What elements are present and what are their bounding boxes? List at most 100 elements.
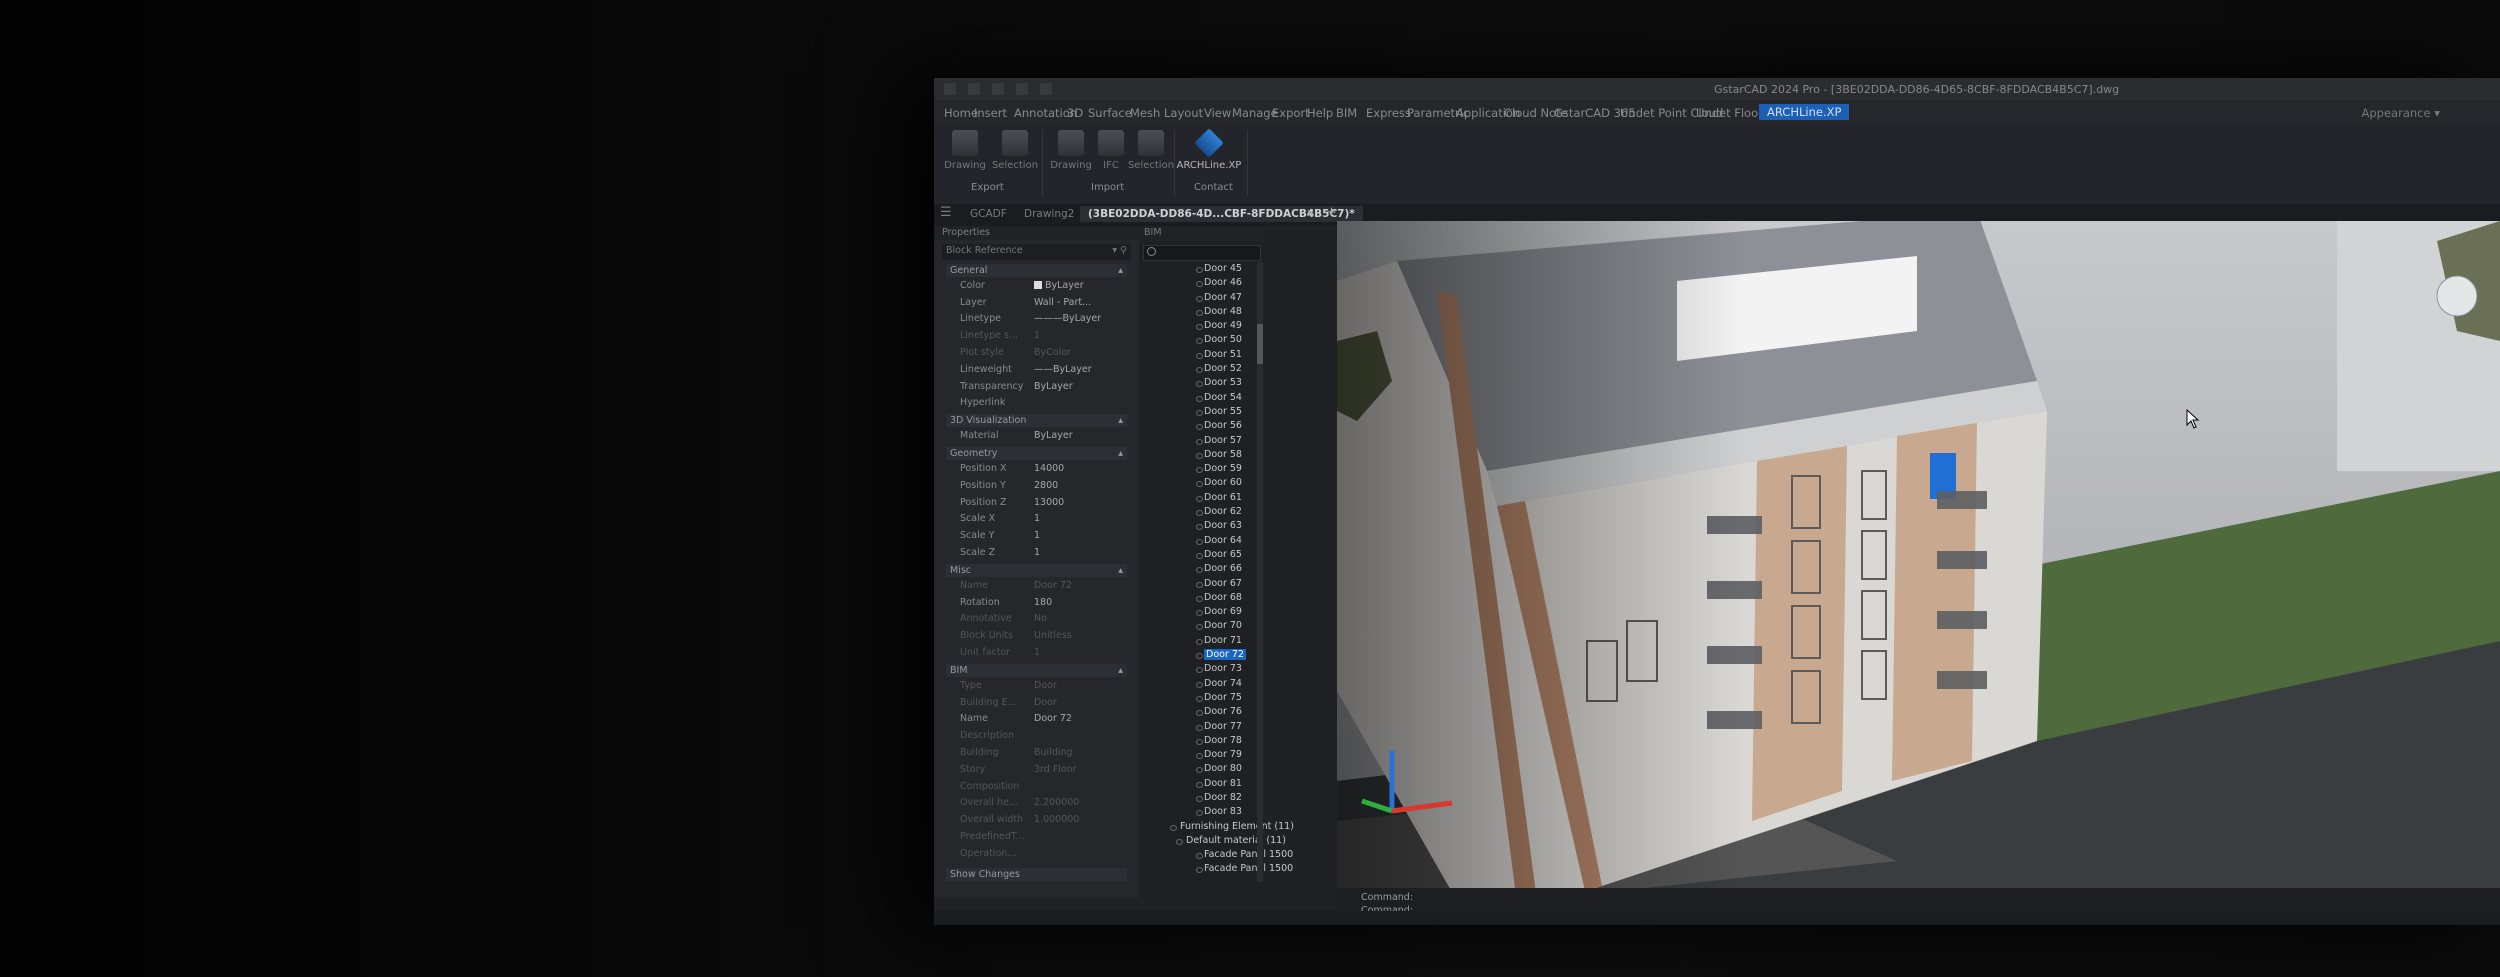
tree-search-input[interactable] (1143, 245, 1261, 261)
tree-item[interactable]: Door 55 (1139, 405, 1257, 419)
menu-tab-export[interactable]: Export (1272, 106, 1310, 120)
close-tab-icon[interactable]: ✕ (1306, 208, 1315, 220)
tree-item[interactable]: Door 49 (1139, 319, 1257, 333)
tree-item[interactable]: Door 60 (1139, 476, 1257, 490)
visibility-icon[interactable] (1196, 781, 1203, 788)
tree-item[interactable]: Furnishing Element (11) (1139, 820, 1294, 834)
menu-tab-3d[interactable]: 3D (1067, 106, 1083, 120)
menu-tab-view[interactable]: View (1204, 106, 1231, 120)
property-value[interactable]: ByLayer (1034, 381, 1073, 392)
import-selection-button[interactable]: Selection (1126, 130, 1176, 171)
property-row[interactable]: Rotation 180 (946, 594, 1139, 611)
property-row[interactable]: Lineweight ——ByLayer (946, 361, 1139, 378)
visibility-icon[interactable] (1196, 552, 1203, 559)
visibility-icon[interactable] (1196, 710, 1203, 717)
tree-item[interactable]: Door 69 (1139, 605, 1257, 619)
property-value[interactable]: Door (1034, 697, 1057, 708)
tree-item[interactable]: Door 79 (1139, 748, 1257, 762)
tree-item[interactable]: Door 50 (1139, 333, 1257, 347)
visibility-icon[interactable] (1196, 481, 1203, 488)
visibility-icon[interactable] (1196, 667, 1203, 674)
property-row[interactable]: Linetype ———ByLayer (946, 311, 1139, 328)
tree-item[interactable]: Door 53 (1139, 376, 1257, 390)
visibility-icon[interactable] (1196, 638, 1203, 645)
property-row[interactable]: Scale X 1 (946, 511, 1139, 528)
property-row[interactable]: Scale Y 1 (946, 527, 1139, 544)
visibility-icon[interactable] (1196, 510, 1203, 517)
tree-item[interactable]: Door 73 (1139, 662, 1257, 676)
property-row[interactable]: Unit factor 1 (946, 644, 1139, 661)
tree-item[interactable]: Door 76 (1139, 705, 1257, 719)
visibility-icon[interactable] (1196, 567, 1203, 574)
property-row[interactable]: Annotative No (946, 611, 1139, 628)
menu-tab-layout[interactable]: Layout (1164, 106, 1203, 120)
visibility-icon[interactable] (1196, 724, 1203, 731)
property-value[interactable]: 1 (1034, 330, 1040, 341)
property-row[interactable]: Position Z 13000 (946, 494, 1139, 511)
property-row[interactable]: Overall width 1.000000 (946, 811, 1139, 828)
tree-item[interactable]: Door 65 (1139, 548, 1257, 562)
property-section-geometry[interactable]: Geometry ▴ (946, 447, 1127, 461)
property-row[interactable]: Overall he... 2.200000 (946, 795, 1139, 812)
property-row[interactable]: Name Door 72 (946, 711, 1139, 728)
visibility-icon[interactable] (1170, 824, 1177, 831)
tree-item[interactable]: Door 77 (1139, 720, 1257, 734)
property-value[interactable]: 1 (1034, 530, 1040, 541)
tab-active-drawing[interactable]: (3BE02DDA-DD86-4D...CBF-8FDDACB4B5C7)* (1080, 206, 1363, 222)
property-row[interactable]: Story 3rd Floor (946, 761, 1139, 778)
menu-tab-help[interactable]: Help (1307, 106, 1333, 120)
visibility-icon[interactable] (1196, 695, 1203, 702)
undo-icon[interactable] (1016, 83, 1028, 95)
tree-item[interactable]: Door 62 (1139, 505, 1257, 519)
archline-contact-button[interactable]: ARCHLine.XP (1176, 128, 1242, 171)
tree-item[interactable]: Door 68 (1139, 591, 1257, 605)
save-icon[interactable] (992, 83, 1004, 95)
property-row[interactable]: Layer Wall - Part... (946, 294, 1139, 311)
property-section-misc[interactable]: Misc ▴ (946, 563, 1127, 577)
property-value[interactable]: No (1034, 613, 1047, 624)
property-row[interactable]: Building Building (946, 744, 1139, 761)
visibility-icon[interactable] (1196, 424, 1203, 431)
visibility-icon[interactable] (1196, 352, 1203, 359)
tree-item[interactable]: Door 54 (1139, 391, 1257, 405)
visibility-icon[interactable] (1196, 810, 1203, 817)
tree-item[interactable]: Default material (11) (1139, 834, 1286, 848)
property-value[interactable]: ———ByLayer (1034, 313, 1101, 324)
property-value[interactable]: 2.200000 (1034, 797, 1079, 808)
collapse-icon[interactable]: ▴ (1118, 265, 1123, 276)
visibility-icon[interactable] (1196, 452, 1203, 459)
property-row[interactable]: Linetype s... 1 (946, 327, 1139, 344)
property-value[interactable]: 14000 (1034, 463, 1064, 474)
property-section-3d-visualization[interactable]: 3D Visualization ▴ (946, 414, 1127, 428)
visibility-icon[interactable] (1176, 838, 1183, 845)
menu-tab-manage[interactable]: Manage (1232, 106, 1278, 120)
property-value[interactable]: 1 (1034, 647, 1040, 658)
property-section-bim[interactable]: BIM ▴ (946, 663, 1127, 677)
visibility-icon[interactable] (1196, 395, 1203, 402)
3d-viewport[interactable] (1337, 221, 2500, 925)
object-type-select[interactable]: Block Reference ▾ ⚲ (942, 244, 1131, 260)
tree-item[interactable]: Facade Panel 1500 (1139, 862, 1293, 876)
tree-item[interactable]: Facade Panel 1500 (1139, 848, 1293, 862)
property-row[interactable]: Position X 14000 (946, 460, 1139, 477)
visibility-icon[interactable] (1196, 767, 1203, 774)
export-selection-button[interactable]: Selection (990, 130, 1040, 171)
tree-item[interactable]: Door 82 (1139, 791, 1257, 805)
redo-icon[interactable] (1040, 83, 1052, 95)
property-value[interactable]: 1.000000 (1034, 814, 1079, 825)
tree-item[interactable]: Door 52 (1139, 362, 1257, 376)
tree-item[interactable]: Door 67 (1139, 577, 1257, 591)
scrollbar-thumb[interactable] (1257, 324, 1263, 364)
property-value[interactable]: Unitless (1034, 630, 1072, 641)
property-row[interactable]: PredefinedT... (946, 828, 1139, 845)
property-value[interactable]: Building (1034, 747, 1073, 758)
visibility-icon[interactable] (1196, 624, 1203, 631)
property-row[interactable]: Plot style ByColor (946, 344, 1139, 361)
visibility-icon[interactable] (1196, 681, 1203, 688)
property-value[interactable]: ByColor (1034, 347, 1071, 358)
property-row[interactable]: Building E... Door (946, 694, 1139, 711)
visibility-icon[interactable] (1196, 381, 1203, 388)
property-value[interactable]: Door (1034, 680, 1057, 691)
visibility-icon[interactable] (1196, 581, 1203, 588)
collapse-icon[interactable]: ▴ (1118, 448, 1123, 459)
